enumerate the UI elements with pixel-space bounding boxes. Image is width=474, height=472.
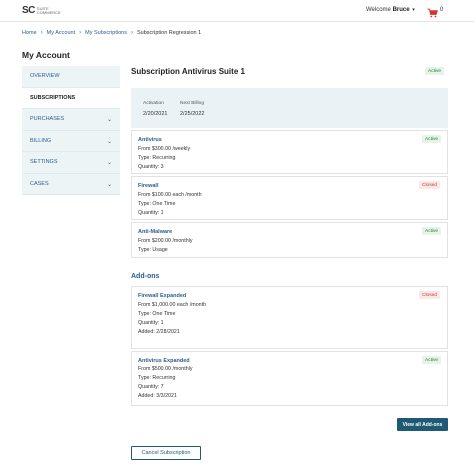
nav-item-subscriptions[interactable]: SUBSCRIPTIONS xyxy=(22,87,120,109)
nav-item-settings[interactable]: SETTINGS ⌄ xyxy=(22,152,120,174)
line-price: From $300.00 /weekly xyxy=(138,146,191,152)
chevron-down-icon: ⌄ xyxy=(106,160,112,166)
status-badge: Active xyxy=(422,227,442,235)
nav-item-label: CASES xyxy=(30,180,49,187)
line-name[interactable]: Firewall xyxy=(138,183,158,189)
line-type: Type: Recurring xyxy=(138,155,176,161)
logo[interactable]: SC SUITE COMMERCE xyxy=(22,5,61,16)
subscription-dates: Activation 2/20/2021 Next Billing 2/25/2… xyxy=(131,88,448,128)
line-quantity: Quantity: 1 xyxy=(138,210,164,216)
activation-label: Activation xyxy=(143,101,164,106)
nav-item-label: SETTINGS xyxy=(30,159,58,166)
chevron-down-icon: ▾ xyxy=(412,7,415,13)
breadcrumb-home[interactable]: Home xyxy=(22,30,37,36)
nav-item-label: SUBSCRIPTIONS xyxy=(30,94,76,101)
addon-line: Firewall Expanded Closed From $1,000.00 … xyxy=(131,286,448,349)
line-price: From $100.00 each /month xyxy=(138,192,202,198)
breadcrumb-current: Subscription Regression 1 xyxy=(137,30,202,36)
nav-item-billing[interactable]: BILLING ⌄ xyxy=(22,130,120,152)
status-badge: Active xyxy=(425,67,445,75)
line-quantity: Quantity: 3 xyxy=(138,164,164,170)
addon-quantity: Quantity: 7 xyxy=(138,384,164,390)
breadcrumb-my-account[interactable]: My Account xyxy=(47,30,75,36)
chevron-down-icon: ⌄ xyxy=(106,138,112,145)
line-type: Type: Usage xyxy=(138,247,168,253)
nav-item-label: BILLING xyxy=(30,137,52,144)
chevron-down-icon: ⌄ xyxy=(106,117,112,123)
addon-added-date: Added: 3/3/2021 xyxy=(138,393,177,399)
subscription-line: Antivirus Active From $300.00 /weekly Ty… xyxy=(131,130,448,174)
cart-count: 0 xyxy=(440,7,444,13)
addon-price: From $500.00 /monthly xyxy=(138,366,193,372)
next-billing-value: 2/25/2022 xyxy=(180,111,205,117)
logo-sub2: COMMERCE xyxy=(36,9,61,15)
next-billing-date: Next Billing 2/25/2022 xyxy=(180,101,204,117)
view-all-addons-button[interactable]: View all Add-ons xyxy=(397,418,448,431)
logo-mark: SC xyxy=(22,5,35,16)
nav-item-label: OVERVIEW xyxy=(30,73,60,80)
nav-item-purchases[interactable]: PURCHASES ⌄ xyxy=(22,109,120,131)
addons-heading: Add-ons xyxy=(131,273,160,280)
cancel-subscription-button[interactable]: Cancel Subscription xyxy=(131,446,201,460)
addon-quantity: Quantity: 1 xyxy=(138,320,164,326)
breadcrumb-my-subscriptions[interactable]: My Subscriptions xyxy=(85,30,127,36)
addon-price: From $1,000.00 each /month xyxy=(138,302,207,308)
site-header: SC SUITE COMMERCE Welcome Bruce ▾ 0 xyxy=(0,0,474,22)
nav-item-overview[interactable]: OVERVIEW xyxy=(22,66,120,88)
user-name: Bruce xyxy=(392,7,410,13)
next-billing-label: Next Billing xyxy=(180,101,204,106)
nav-item-cases[interactable]: CASES ⌄ xyxy=(22,173,120,195)
nav-item-label: PURCHASES xyxy=(30,116,65,123)
line-price: From $200.00 /monthly xyxy=(138,238,193,244)
subscription-line: Firewall Closed From $100.00 each /month… xyxy=(131,176,448,220)
line-name[interactable]: Anti-Malware xyxy=(138,229,172,235)
chevron-right-icon: › xyxy=(40,30,43,36)
addon-line: Antivirus Expanded Active From $500.00 /… xyxy=(131,351,448,406)
activation-value: 2/20/2021 xyxy=(143,111,168,117)
addon-type: Type: Recurring xyxy=(138,375,176,381)
chevron-right-icon: › xyxy=(131,30,133,36)
subscription-line: Anti-Malware Active From $200.00 /monthl… xyxy=(131,222,448,258)
account-sidenav: OVERVIEW SUBSCRIPTIONS PURCHASES ⌄ BILLI… xyxy=(22,66,120,195)
line-name[interactable]: Antivirus xyxy=(138,137,162,143)
status-badge: Closed xyxy=(419,291,440,299)
activation-date: Activation 2/20/2021 xyxy=(143,101,167,117)
line-type: Type: One Time xyxy=(138,201,176,207)
status-badge: Closed xyxy=(419,181,440,189)
welcome-prefix: Welcome xyxy=(366,7,391,13)
addon-added-date: Added: 2/28/2021 xyxy=(138,329,180,335)
welcome-menu[interactable]: Welcome Bruce ▾ xyxy=(366,7,415,13)
cart-icon[interactable] xyxy=(427,5,438,23)
status-badge: Active xyxy=(422,356,442,364)
subscription-title: Subscription Antivirus Suite 1 xyxy=(131,67,245,76)
status-badge: Active xyxy=(422,135,442,143)
page-title: My Account xyxy=(22,50,70,60)
logo-subtext: SUITE COMMERCE xyxy=(36,6,61,15)
chevron-right-icon: › xyxy=(79,30,82,36)
addon-name[interactable]: Firewall Expanded xyxy=(138,293,186,299)
addon-name[interactable]: Antivirus Expanded xyxy=(138,358,190,364)
addon-type: Type: One Time xyxy=(138,311,176,317)
breadcrumb: Home › My Account › My Subscriptions › S… xyxy=(22,30,201,36)
chevron-down-icon: ⌄ xyxy=(106,181,112,188)
